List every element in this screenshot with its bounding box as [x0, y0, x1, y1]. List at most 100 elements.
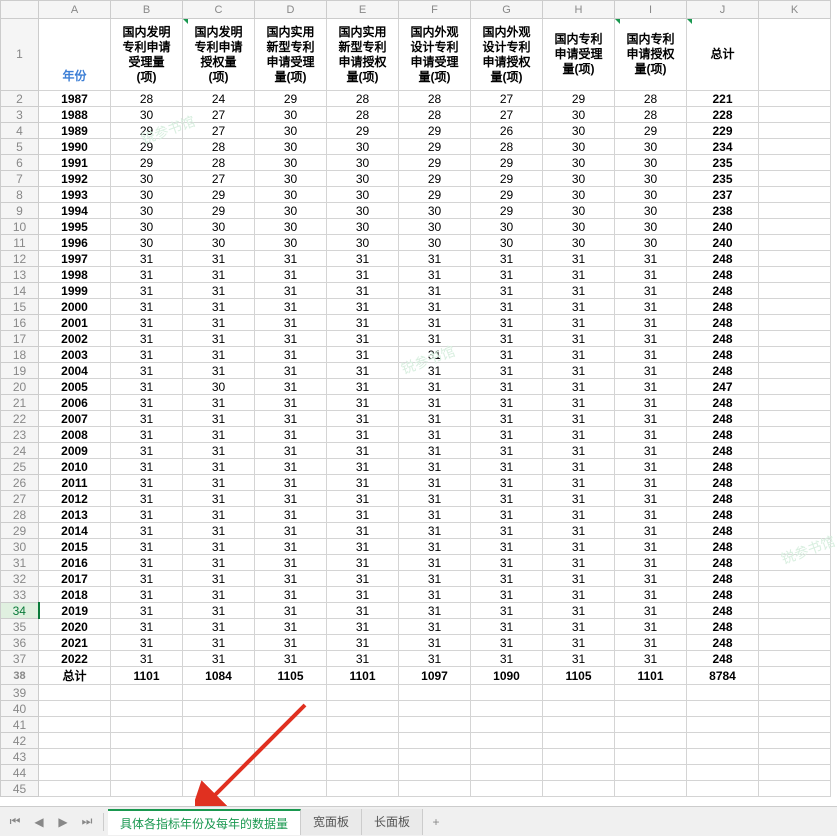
- data-cell[interactable]: 28: [111, 91, 183, 107]
- col-header-cell[interactable]: 国内外观 设计专利 申请受理 量(项): [399, 19, 471, 91]
- data-cell[interactable]: 31: [327, 539, 399, 555]
- data-cell[interactable]: 31: [327, 299, 399, 315]
- data-cell[interactable]: 31: [399, 491, 471, 507]
- row-header[interactable]: 19: [1, 363, 39, 379]
- data-cell[interactable]: 229: [687, 123, 759, 139]
- data-cell[interactable]: 31: [183, 411, 255, 427]
- data-cell[interactable]: 31: [327, 587, 399, 603]
- cell[interactable]: [255, 685, 327, 701]
- cell[interactable]: [687, 685, 759, 701]
- col-header[interactable]: C: [183, 1, 255, 19]
- row-header[interactable]: 1: [1, 19, 39, 91]
- year-cell[interactable]: 2008: [39, 427, 111, 443]
- row-header[interactable]: 32: [1, 571, 39, 587]
- data-cell[interactable]: 27: [471, 107, 543, 123]
- data-cell[interactable]: 31: [471, 443, 543, 459]
- data-cell[interactable]: 31: [255, 443, 327, 459]
- cell[interactable]: [615, 685, 687, 701]
- cell[interactable]: [759, 603, 831, 619]
- year-cell[interactable]: 1990: [39, 139, 111, 155]
- sheet-tab-active[interactable]: 具体各指标年份及每年的数据量: [108, 809, 301, 835]
- data-cell[interactable]: 31: [111, 315, 183, 331]
- cell[interactable]: [687, 749, 759, 765]
- year-cell[interactable]: 2014: [39, 523, 111, 539]
- data-cell[interactable]: 31: [327, 395, 399, 411]
- data-cell[interactable]: 29: [543, 91, 615, 107]
- data-cell[interactable]: 28: [183, 139, 255, 155]
- data-cell[interactable]: 30: [327, 219, 399, 235]
- data-cell[interactable]: 31: [543, 299, 615, 315]
- col-header-cell[interactable]: 国内实用 新型专利 申请授权 量(项): [327, 19, 399, 91]
- row-header[interactable]: 38: [1, 667, 39, 685]
- data-cell[interactable]: 31: [615, 651, 687, 667]
- data-cell[interactable]: 31: [183, 315, 255, 331]
- data-cell[interactable]: 31: [255, 459, 327, 475]
- cell[interactable]: [687, 701, 759, 717]
- data-cell[interactable]: 31: [543, 411, 615, 427]
- data-cell[interactable]: 31: [543, 651, 615, 667]
- data-cell[interactable]: 31: [615, 491, 687, 507]
- data-cell[interactable]: 28: [183, 155, 255, 171]
- data-cell[interactable]: 31: [615, 571, 687, 587]
- cell[interactable]: [471, 685, 543, 701]
- data-cell[interactable]: 31: [183, 283, 255, 299]
- data-cell[interactable]: 31: [111, 539, 183, 555]
- data-cell[interactable]: 31: [399, 603, 471, 619]
- cell[interactable]: [759, 363, 831, 379]
- data-cell[interactable]: 31: [111, 603, 183, 619]
- cell[interactable]: [543, 717, 615, 733]
- cell[interactable]: [759, 539, 831, 555]
- data-cell[interactable]: 31: [615, 459, 687, 475]
- data-cell[interactable]: 31: [543, 315, 615, 331]
- cell[interactable]: [255, 749, 327, 765]
- cell[interactable]: [759, 299, 831, 315]
- col-header[interactable]: B: [111, 1, 183, 19]
- cell[interactable]: [759, 251, 831, 267]
- data-cell[interactable]: 31: [615, 315, 687, 331]
- add-sheet-button[interactable]: +: [423, 815, 449, 829]
- data-cell[interactable]: 31: [183, 635, 255, 651]
- row-header[interactable]: 36: [1, 635, 39, 651]
- data-cell[interactable]: 31: [327, 603, 399, 619]
- year-cell[interactable]: 2007: [39, 411, 111, 427]
- data-cell[interactable]: 30: [471, 235, 543, 251]
- data-cell[interactable]: 248: [687, 523, 759, 539]
- col-header[interactable]: K: [759, 1, 831, 19]
- data-cell[interactable]: 30: [399, 219, 471, 235]
- cell[interactable]: [327, 733, 399, 749]
- data-cell[interactable]: 29: [183, 203, 255, 219]
- data-cell[interactable]: 29: [471, 187, 543, 203]
- cell[interactable]: [39, 765, 111, 781]
- data-cell[interactable]: 31: [183, 395, 255, 411]
- data-cell[interactable]: 31: [399, 523, 471, 539]
- cell[interactable]: [615, 781, 687, 797]
- cell[interactable]: [759, 315, 831, 331]
- cell[interactable]: [111, 717, 183, 733]
- data-cell[interactable]: 31: [183, 251, 255, 267]
- data-cell[interactable]: 235: [687, 171, 759, 187]
- data-cell[interactable]: 28: [327, 107, 399, 123]
- year-cell[interactable]: 1998: [39, 267, 111, 283]
- year-cell[interactable]: 2009: [39, 443, 111, 459]
- data-cell[interactable]: 31: [183, 491, 255, 507]
- data-cell[interactable]: 31: [183, 523, 255, 539]
- cell[interactable]: [543, 781, 615, 797]
- data-cell[interactable]: 31: [255, 539, 327, 555]
- data-cell[interactable]: 248: [687, 251, 759, 267]
- data-cell[interactable]: 31: [543, 523, 615, 539]
- data-cell[interactable]: 31: [111, 379, 183, 395]
- data-cell[interactable]: 29: [399, 155, 471, 171]
- data-cell[interactable]: 31: [471, 315, 543, 331]
- data-cell[interactable]: 248: [687, 267, 759, 283]
- data-cell[interactable]: 31: [327, 331, 399, 347]
- data-cell[interactable]: 31: [615, 539, 687, 555]
- cell[interactable]: [759, 219, 831, 235]
- data-cell[interactable]: 30: [327, 187, 399, 203]
- cell[interactable]: [759, 427, 831, 443]
- row-header[interactable]: 8: [1, 187, 39, 203]
- data-cell[interactable]: 29: [399, 171, 471, 187]
- data-cell[interactable]: 30: [543, 139, 615, 155]
- cell[interactable]: [759, 507, 831, 523]
- data-cell[interactable]: 31: [183, 299, 255, 315]
- row-header[interactable]: 7: [1, 171, 39, 187]
